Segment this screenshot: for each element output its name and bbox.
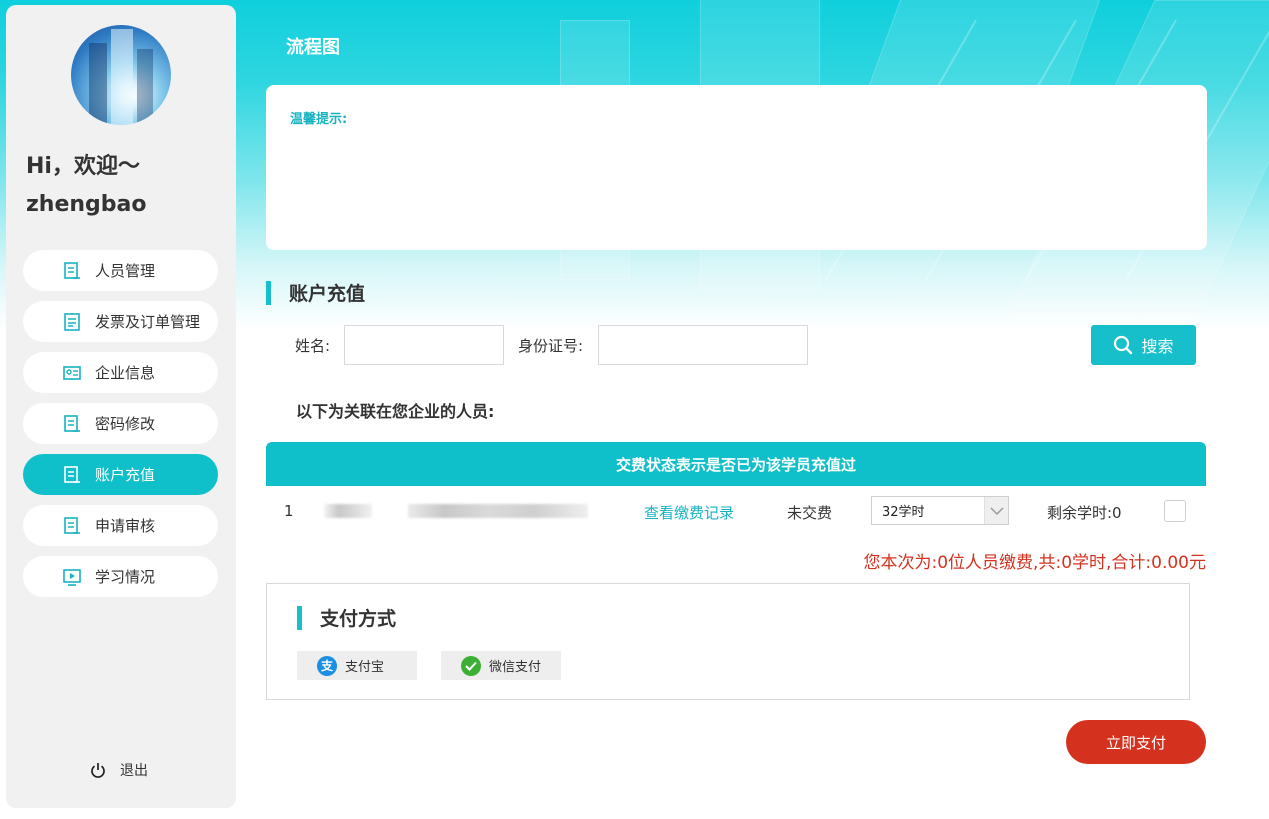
table-row: 1 查看缴费记录 未交费 32学时 剩余学时:0 — [266, 486, 1206, 536]
search-icon — [1114, 335, 1133, 355]
sidebar-item-recharge[interactable]: 账户充值 — [23, 454, 218, 495]
greeting-line: Hi，欢迎～ — [26, 154, 140, 179]
name-input[interactable] — [344, 325, 504, 365]
sidebar-item-label: 申请审核 — [95, 517, 156, 535]
section-title-text: 账户充值 — [289, 283, 366, 305]
sidebar-nav: 人员管理 发票及订单管理 企业信息 密码修改 账户充值 申请审核 学习情况 — [23, 250, 218, 607]
sidebar-item-label: 发票及订单管理 — [95, 313, 201, 331]
sidebar-item-label: 密码修改 — [95, 415, 156, 433]
wechat-icon — [461, 655, 481, 676]
list-icon — [64, 312, 80, 331]
page-title: 流程图 — [286, 37, 340, 58]
id-card-icon — [63, 365, 81, 380]
chevron-down-icon — [984, 497, 1008, 524]
associated-personnel-title: 以下为关联在您企业的人员: — [296, 402, 495, 421]
id-number-input[interactable] — [598, 325, 808, 365]
document-icon — [64, 465, 80, 483]
hours-select-value: 32学时 — [882, 505, 925, 520]
payment-methods-box: 支付方式 支 支付宝 微信支付 — [266, 583, 1190, 700]
alipay-label: 支付宝 — [345, 660, 385, 675]
video-icon — [63, 568, 81, 586]
document-icon — [64, 516, 80, 534]
logout-label: 退出 — [120, 763, 148, 779]
view-payment-records-link[interactable]: 查看缴费记录 — [644, 502, 734, 523]
table-header: 交费状态表示是否已为该学员充值过 — [266, 442, 1206, 486]
sidebar-item-label: 账户充值 — [95, 466, 156, 484]
id-number-label: 身份证号: — [518, 337, 584, 355]
sidebar-item-review[interactable]: 申请审核 — [23, 505, 218, 546]
sidebar-item-personnel[interactable]: 人员管理 — [23, 250, 218, 291]
tip-label: 温馨提示: — [290, 112, 348, 127]
sidebar-item-password[interactable]: 密码修改 — [23, 403, 218, 444]
redacted-name — [324, 504, 372, 518]
greeting: Hi，欢迎～ zhengbao — [26, 148, 147, 224]
row-checkbox[interactable] — [1164, 500, 1186, 522]
sidebar-item-learning[interactable]: 学习情况 — [23, 556, 218, 597]
recharge-section-title: 账户充值 — [266, 280, 365, 305]
tip-card: 温馨提示: — [266, 85, 1207, 250]
sidebar: Hi，欢迎～ zhengbao 人员管理 发票及订单管理 企业信息 密码修改 账… — [6, 5, 236, 808]
payment-title-text: 支付方式 — [320, 608, 397, 630]
alipay-option[interactable]: 支 支付宝 — [297, 651, 417, 680]
wechat-pay-label: 微信支付 — [489, 660, 542, 675]
payment-status: 未交费 — [787, 504, 833, 522]
alipay-icon: 支 — [317, 655, 337, 676]
document-icon — [64, 261, 80, 279]
payment-summary: 您本次为:0位人员缴费,共:0学时,合计:0.00元 — [863, 553, 1206, 573]
payment-methods-title: 支付方式 — [297, 604, 396, 631]
row-index: 1 — [284, 502, 294, 520]
username: zhengbao — [26, 192, 147, 217]
sidebar-item-label: 企业信息 — [95, 364, 156, 382]
redacted-id-number — [408, 504, 588, 518]
search-button[interactable]: 搜索 — [1091, 325, 1196, 365]
name-label: 姓名: — [295, 337, 331, 355]
remaining-hours: 剩余学时:0 — [1047, 504, 1122, 522]
avatar — [71, 25, 171, 125]
sidebar-item-company-info[interactable]: 企业信息 — [23, 352, 218, 393]
hours-select[interactable]: 32学时 — [871, 496, 1009, 525]
document-icon — [64, 414, 80, 432]
power-icon — [91, 763, 105, 778]
sidebar-item-label: 学习情况 — [95, 568, 156, 586]
sidebar-item-invoices[interactable]: 发票及订单管理 — [23, 301, 218, 342]
logout-button[interactable]: 退出 — [90, 760, 148, 780]
pay-now-button[interactable]: 立即支付 — [1066, 720, 1206, 764]
sidebar-item-label: 人员管理 — [95, 262, 156, 280]
search-button-label: 搜索 — [1141, 337, 1174, 356]
wechat-pay-option[interactable]: 微信支付 — [441, 651, 561, 680]
